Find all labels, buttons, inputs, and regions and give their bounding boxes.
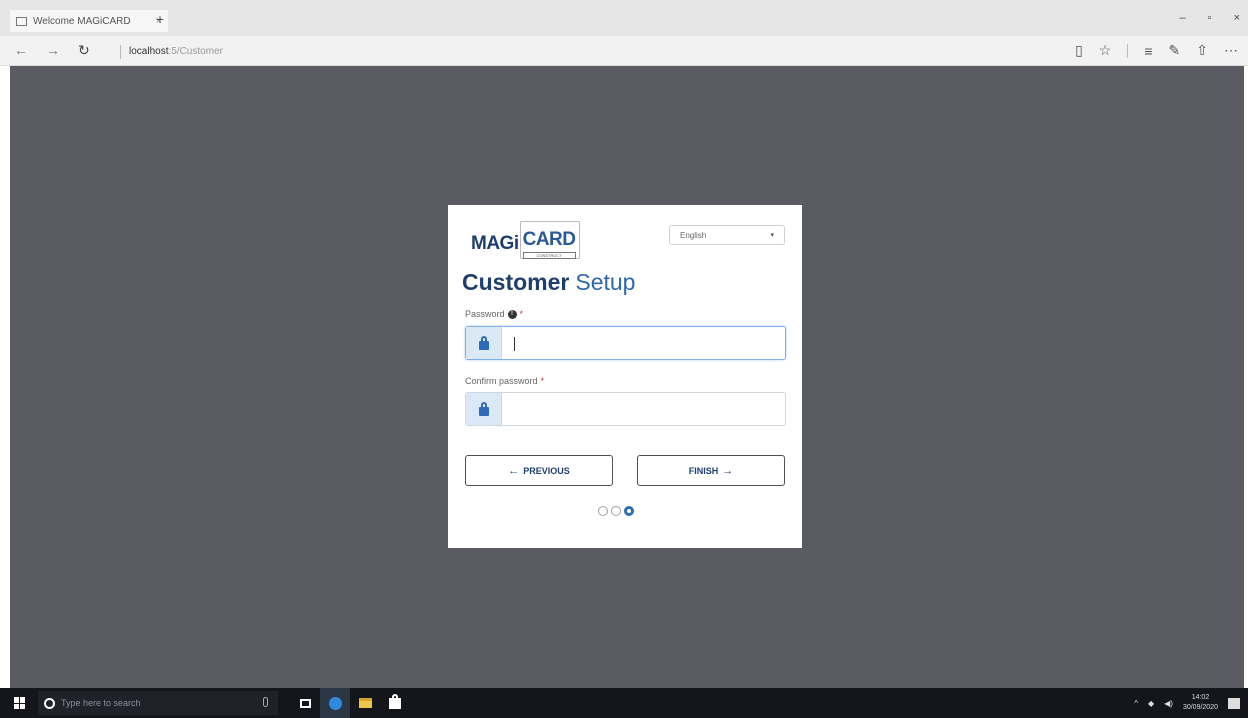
task-view-icon bbox=[299, 698, 311, 708]
cortana-icon bbox=[44, 697, 55, 709]
confirm-password-field bbox=[465, 392, 786, 426]
volume-icon[interactable]: ◀) bbox=[1164, 699, 1173, 708]
notes-icon[interactable]: ✎ bbox=[1169, 42, 1181, 59]
navigation-buttons: ← → ↻ bbox=[14, 42, 90, 59]
finish-button[interactable]: FINISH → bbox=[637, 455, 785, 486]
file-explorer-button[interactable] bbox=[350, 688, 380, 718]
logo-magi-text: MAGi bbox=[471, 233, 519, 254]
logo-tagline: CONSTRUCT bbox=[522, 252, 576, 259]
lock-icon bbox=[478, 335, 489, 350]
page-background: MAGi CARD CONSTRUCT English ▾ Customer Se… bbox=[10, 66, 1244, 688]
step-dot-1 bbox=[598, 506, 608, 516]
edge-taskbar-button[interactable] bbox=[320, 688, 350, 718]
tab-title: Welcome MAGiCARD bbox=[33, 15, 131, 27]
close-window-button[interactable]: × bbox=[1234, 12, 1240, 24]
refresh-icon[interactable]: ↻ bbox=[78, 42, 90, 59]
edge-icon bbox=[328, 696, 342, 710]
star-icon[interactable]: ☆ bbox=[1099, 42, 1112, 59]
step-dot-2 bbox=[611, 506, 621, 516]
password-label-text: Password bbox=[465, 309, 505, 319]
more-icon[interactable]: ⋯ bbox=[1224, 42, 1238, 59]
confirm-password-input[interactable] bbox=[502, 393, 785, 425]
browser-toolbar: ▯ ☆ ≡ ✎ ⇧ ⋯ bbox=[1075, 42, 1238, 59]
customer-setup-card: MAGi CARD CONSTRUCT English ▾ Customer Se… bbox=[448, 205, 802, 548]
password-label: Password ! * bbox=[465, 309, 523, 319]
url-path: :5/Customer bbox=[168, 46, 223, 57]
password-addon bbox=[466, 327, 502, 359]
confirm-password-label: Confirm password * bbox=[465, 376, 544, 386]
taskbar-apps bbox=[290, 688, 410, 718]
step-dot-3 bbox=[624, 506, 634, 516]
clock[interactable]: 14:02 30/09/2020 bbox=[1183, 693, 1218, 713]
logo-card-box: CARD CONSTRUCT bbox=[519, 221, 580, 259]
magicard-logo: MAGi CARD CONSTRUCT bbox=[471, 219, 580, 259]
required-marker: * bbox=[540, 376, 545, 386]
info-icon[interactable]: ! bbox=[507, 309, 517, 319]
title-strong: Customer bbox=[462, 269, 570, 295]
microphone-icon[interactable] bbox=[263, 697, 268, 707]
chevron-down-icon: ▾ bbox=[770, 232, 774, 239]
windows-start-icon[interactable] bbox=[14, 697, 26, 709]
store-button[interactable] bbox=[380, 688, 410, 718]
address-bar-row: ← → ↻ localhost:5/Customer ▯ ☆ ≡ ✎ ⇧ ⋯ bbox=[0, 36, 1248, 66]
password-field bbox=[465, 326, 786, 360]
previous-button-label: PREVIOUS bbox=[523, 465, 570, 476]
hub-icon[interactable]: ≡ bbox=[1144, 43, 1152, 59]
store-icon bbox=[389, 693, 401, 709]
taskbar-search[interactable]: Type here to search bbox=[38, 691, 278, 715]
password-input[interactable] bbox=[502, 327, 785, 359]
url-host: localhost bbox=[129, 46, 169, 57]
clock-time: 14:02 bbox=[1191, 694, 1210, 701]
reading-view-icon[interactable]: ▯ bbox=[1075, 42, 1083, 59]
confirm-password-label-text: Confirm password bbox=[465, 376, 538, 386]
finish-button-label: FINISH bbox=[688, 465, 719, 476]
notifications-icon[interactable] bbox=[1228, 697, 1240, 709]
maximize-button[interactable]: ▫ bbox=[1208, 12, 1212, 24]
previous-button[interactable]: ← PREVIOUS bbox=[465, 455, 613, 486]
new-tab-button[interactable]: + bbox=[150, 11, 170, 27]
task-view-button[interactable] bbox=[290, 688, 320, 718]
screen: Welcome MAGiCARD × + – ▫ × ← → ↻ localho… bbox=[0, 0, 1248, 718]
arrow-right-icon: → bbox=[722, 464, 734, 477]
arrow-left-icon: ← bbox=[508, 464, 520, 477]
minimize-button[interactable]: – bbox=[1180, 12, 1186, 24]
system-tray: ^ ◆ ◀) 14:02 30/09/2020 bbox=[1134, 688, 1240, 718]
lock-icon bbox=[478, 401, 489, 416]
language-select[interactable]: English ▾ bbox=[669, 225, 785, 245]
network-icon[interactable]: ◆ bbox=[1148, 699, 1154, 708]
page-tab-icon bbox=[16, 16, 27, 26]
page-title: Customer Setup bbox=[462, 269, 635, 296]
title-light: Setup bbox=[575, 269, 636, 295]
logo-card-text: CARD bbox=[522, 229, 576, 250]
browser-tab[interactable]: Welcome MAGiCARD × bbox=[10, 10, 168, 32]
windows-taskbar: Type here to search ^ ◆ ◀) 14:02 30/09/2… bbox=[0, 688, 1248, 718]
text-cursor bbox=[514, 337, 515, 351]
forward-icon[interactable]: → bbox=[46, 42, 60, 59]
step-indicator bbox=[598, 506, 634, 516]
browser-tab-bar: Welcome MAGiCARD × + – ▫ × bbox=[0, 0, 1248, 36]
url-field[interactable]: localhost:5/Customer bbox=[120, 45, 223, 59]
tray-arrow-icon[interactable]: ^ bbox=[1134, 699, 1138, 708]
language-selected-value: English bbox=[680, 230, 707, 240]
clock-date: 30/09/2020 bbox=[1182, 704, 1218, 711]
back-icon[interactable]: ← bbox=[14, 42, 28, 59]
folder-icon bbox=[358, 698, 372, 708]
share-icon[interactable]: ⇧ bbox=[1196, 42, 1208, 59]
toolbar-divider bbox=[1127, 43, 1129, 58]
taskbar-search-placeholder: Type here to search bbox=[61, 698, 141, 708]
window-controls: – ▫ × bbox=[1180, 12, 1240, 24]
required-marker: * bbox=[519, 309, 524, 319]
confirm-password-addon bbox=[466, 393, 502, 425]
